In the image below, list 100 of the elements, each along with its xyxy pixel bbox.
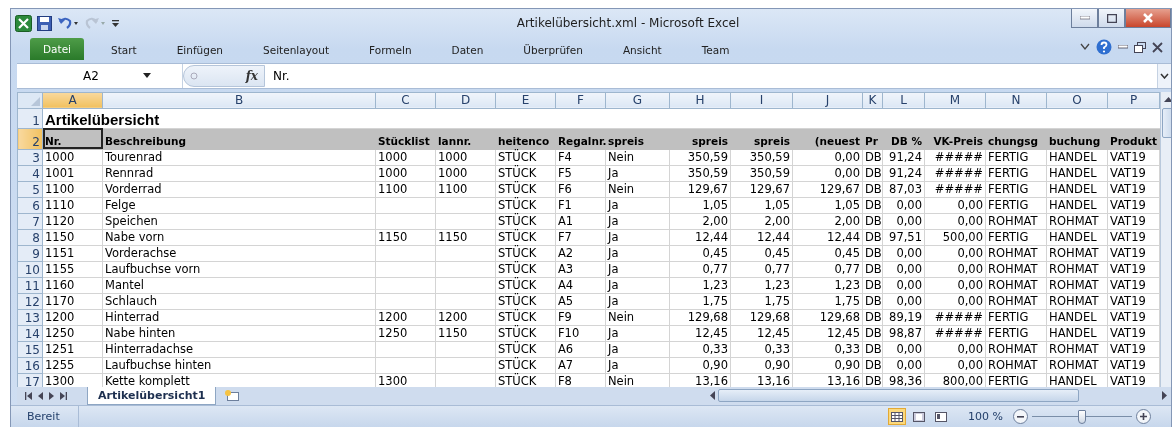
zoom-out-button[interactable] [1013, 409, 1028, 425]
row-header[interactable]: 2 [17, 128, 43, 150]
table-cell: ##### [924, 309, 986, 326]
row-header[interactable]: 1 [17, 108, 43, 129]
ribbon-tab[interactable]: Einfügen [163, 39, 236, 60]
insert-function-button[interactable]: fx [245, 68, 258, 83]
column-header[interactable]: O [1046, 92, 1108, 109]
column-header[interactable]: K [862, 92, 883, 109]
ribbon-tab[interactable]: Formeln [356, 39, 425, 60]
column-header[interactable]: C [375, 92, 436, 109]
table-cell: HANDEL [1046, 325, 1108, 342]
table-cell: 0,00 [882, 357, 925, 374]
column-header[interactable]: A [42, 92, 103, 109]
first-sheet-icon[interactable] [25, 391, 32, 400]
new-sheet-icon[interactable] [224, 389, 241, 403]
column-header[interactable]: N [985, 92, 1047, 109]
scroll-right-icon[interactable] [1162, 391, 1167, 401]
minimize-icon[interactable] [1118, 45, 1128, 50]
column-header[interactable]: D [435, 92, 496, 109]
table-cell: ROHMAT [985, 293, 1047, 310]
scroll-left-icon[interactable] [710, 391, 715, 401]
table-cell: 0,00 [882, 245, 925, 262]
ribbon-tab[interactable]: Überprüfen [510, 39, 596, 60]
save-icon[interactable] [37, 15, 52, 31]
table-cell: 1000 [42, 149, 103, 166]
zoom-in-button[interactable] [1136, 409, 1151, 425]
ribbon-tab[interactable]: Datei [30, 37, 84, 60]
maximize-button[interactable] [1098, 9, 1125, 28]
table-cell: F1 [555, 197, 606, 214]
minus-icon [1017, 415, 1024, 418]
close-icon[interactable] [1152, 41, 1163, 53]
table-cell: STÜCK [495, 149, 556, 166]
undo-icon[interactable] [57, 16, 79, 31]
close-button[interactable] [1125, 9, 1171, 28]
table-cell: Ja [605, 213, 670, 230]
table-cell: 1200 [435, 309, 496, 326]
table-cell: 129,68 [669, 309, 731, 326]
minimize-button[interactable] [1071, 9, 1098, 28]
column-header[interactable]: J [792, 92, 863, 109]
table-cell: STÜCK [495, 229, 556, 246]
table-cell: Hinterrad [102, 309, 376, 326]
column-header[interactable]: G [605, 92, 670, 109]
last-sheet-icon[interactable] [60, 391, 67, 400]
close-icon [1142, 13, 1154, 23]
table-cell: ##### [924, 325, 986, 342]
scroll-thumb[interactable] [718, 389, 1079, 403]
help-icon[interactable] [1096, 39, 1112, 56]
ribbon-tab[interactable]: Seitenlayout [250, 39, 343, 60]
table-cell: ##### [924, 165, 986, 182]
slider-thumb[interactable] [1078, 409, 1086, 424]
formula-field[interactable]: Nr. [265, 68, 1157, 83]
zoom-slider[interactable] [1032, 409, 1132, 424]
column-header[interactable]: B [102, 92, 376, 109]
column-header[interactable]: E [495, 92, 556, 109]
table-cell: DB [862, 325, 883, 342]
table-cell: HANDEL [1046, 197, 1108, 214]
ribbon-tab[interactable]: Team [688, 39, 743, 60]
column-header[interactable]: M [924, 92, 986, 109]
table-cell: 350,59 [730, 165, 793, 182]
zoom-level[interactable]: 100 % [968, 410, 1003, 424]
name-box[interactable]: A2 [17, 63, 183, 88]
table-cell: ROHMAT [985, 213, 1047, 230]
normal-view-button[interactable] [888, 408, 907, 426]
table-cell: STÜCK [495, 245, 556, 262]
table-cell: 0,77 [792, 261, 863, 278]
table-cell: VAT19 [1107, 357, 1160, 374]
table-cell: DB [862, 213, 883, 230]
table-cell: Nein [605, 181, 670, 198]
table-cell: ROHMAT [1046, 213, 1108, 230]
table-cell: 0,45 [730, 245, 793, 262]
table-cell: FERTIG [985, 229, 1047, 246]
table-cell: 0,00 [882, 197, 925, 214]
table-cell: 0,00 [882, 277, 925, 294]
table-cell: STÜCK [495, 181, 556, 198]
next-sheet-icon[interactable] [49, 391, 54, 400]
column-header[interactable]: H [669, 92, 731, 109]
table-cell: ROHMAT [985, 261, 1047, 278]
column-header[interactable]: F [555, 92, 606, 109]
table-cell: 0,00 [882, 261, 925, 278]
table-cell: HANDEL [1046, 165, 1108, 182]
table-cell: 1000 [375, 165, 436, 182]
restore-icon[interactable] [1134, 41, 1146, 53]
previous-sheet-icon[interactable] [38, 391, 43, 400]
scroll-thumb[interactable] [1162, 107, 1171, 138]
table-cell: 1150 [375, 229, 436, 246]
ribbon-tab[interactable]: Ansicht [609, 39, 675, 60]
table-cell: 0,90 [792, 357, 863, 374]
table-cell: 1100 [375, 181, 436, 198]
customize-toolbar-icon[interactable] [111, 18, 120, 29]
expand-button[interactable] [1157, 63, 1171, 88]
ribbon-tab[interactable]: Daten [438, 39, 497, 60]
table-cell: 0,90 [730, 357, 793, 374]
scroll-up-icon[interactable] [1164, 97, 1171, 103]
column-header[interactable]: L [882, 92, 925, 109]
column-header[interactable]: I [730, 92, 793, 109]
chevron-down-icon[interactable] [1080, 43, 1090, 52]
ribbon-tab[interactable]: Start [98, 39, 150, 60]
table-cell: STÜCK [495, 277, 556, 294]
column-header[interactable]: P [1107, 92, 1160, 109]
table-cell: DB [862, 357, 883, 374]
